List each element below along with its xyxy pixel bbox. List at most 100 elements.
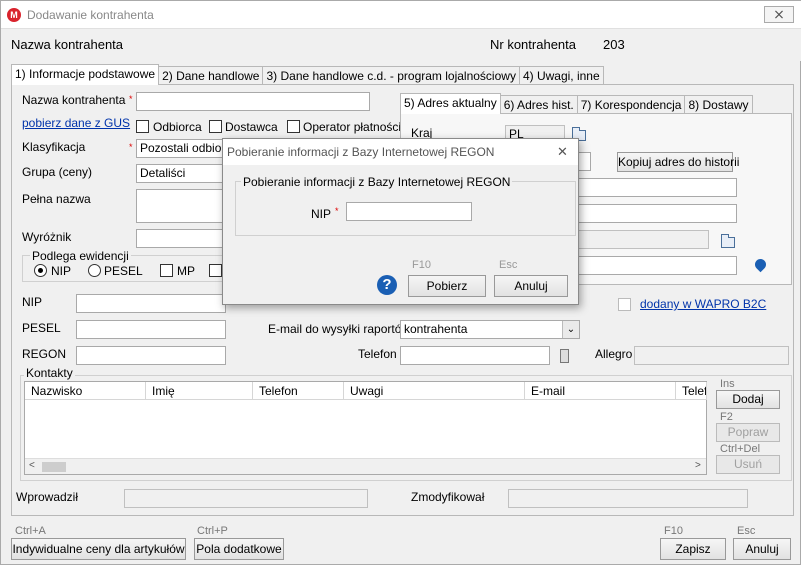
header-name-label: Nazwa kontrahenta <box>11 37 124 52</box>
regon-dialog: Pobieranie informacji z Bazy Internetowe… <box>222 138 579 305</box>
anuluj-button[interactable]: Anuluj <box>733 538 791 560</box>
dialog-group-label: Pobieranie informacji z Bazy Internetowe… <box>241 175 513 189</box>
mp-label: MP <box>177 264 195 278</box>
tab-informacje[interactable]: 1) Informacje podstawowe <box>11 64 160 85</box>
mp-checkbox[interactable] <box>160 264 173 277</box>
close-window-button[interactable]: ⨯ <box>764 6 794 23</box>
help-icon[interactable]: ? <box>377 275 397 295</box>
gus-link[interactable]: pobierz dane z GUS <box>22 116 130 130</box>
pesel-input[interactable] <box>76 320 226 339</box>
pobierz-button[interactable]: Pobierz <box>408 275 486 297</box>
ceny-button[interactable]: Indywidualne ceny dla artykułów <box>11 538 186 560</box>
kontakty-label: Kontakty <box>24 366 75 380</box>
telefon-label: Telefon <box>358 347 397 361</box>
radio-pesel[interactable] <box>88 264 101 277</box>
regon-label: REGON <box>22 347 67 361</box>
tab-adres-hist[interactable]: 6) Adres hist. <box>499 95 578 114</box>
telefon-input[interactable] <box>400 346 550 365</box>
dostawca-checkbox[interactable] <box>209 120 222 133</box>
wyroznik-label: Wyróżnik <box>22 230 72 244</box>
phone-icon[interactable] <box>560 349 569 363</box>
pelna-nazwa-label: Pełna nazwa <box>22 192 91 206</box>
odbiorca-checkbox[interactable] <box>136 120 149 133</box>
tab-uwagi[interactable]: 4) Uwagi, inne <box>518 66 604 85</box>
header-nr-value: 203 <box>603 37 625 52</box>
popraw-button[interactable]: Popraw <box>716 423 780 442</box>
title-bar: M Dodawanie kontrahenta ⨯ <box>1 1 801 29</box>
hint-ins: Ins <box>720 378 735 390</box>
zmodyfikowal-label: Zmodyfikował <box>411 490 485 504</box>
column-header[interactable]: Telef <box>676 382 707 400</box>
scrollbar-thumb[interactable] <box>42 462 66 472</box>
column-header[interactable]: Nazwisko <box>25 382 146 400</box>
tab-dostawy[interactable]: 8) Dostawy <box>684 95 753 114</box>
extra-checkbox[interactable] <box>209 264 222 277</box>
hint-ctrlp: Ctrl+P <box>197 525 228 537</box>
scroll-right-icon[interactable]: > <box>695 460 701 471</box>
column-header[interactable]: E-mail <box>525 382 676 400</box>
zmodyfikowal-input <box>508 489 748 508</box>
nazwa-input[interactable] <box>136 92 370 111</box>
ewidencja-label: Podlega ewidencji <box>30 249 131 263</box>
usun-button[interactable]: Usuń <box>716 455 780 474</box>
required-marker: * <box>129 94 133 104</box>
wapro-checkbox[interactable] <box>618 298 631 311</box>
allegro-input <box>634 346 789 365</box>
dialog-nip-input[interactable] <box>346 202 472 221</box>
dodaj-button[interactable]: Dodaj <box>716 390 780 409</box>
dialog-hint-f10: F10 <box>412 259 431 271</box>
nip-input[interactable] <box>76 294 226 313</box>
allegro-label: Allegro <box>595 347 633 361</box>
zapisz-button[interactable]: Zapisz <box>660 538 726 560</box>
column-header[interactable]: Imię <box>146 382 253 400</box>
horizontal-scrollbar[interactable]: < > <box>25 458 706 474</box>
tab-dane-handlowe[interactable]: 2) Dane handlowe <box>158 66 264 85</box>
dialog-anuluj-button[interactable]: Anuluj <box>494 275 568 297</box>
header-nr-label: Nr kontrahenta <box>490 37 576 52</box>
nazwa-label: Nazwa kontrahenta <box>22 93 126 107</box>
column-header[interactable]: Telefon <box>253 382 344 400</box>
map-pin-icon[interactable] <box>752 256 769 273</box>
required-marker: * <box>129 142 133 152</box>
chevron-down-icon[interactable]: ⌄ <box>562 321 579 338</box>
scroll-left-icon[interactable]: < <box>29 460 35 471</box>
dialog-hint-esc: Esc <box>499 259 518 271</box>
dialog-nip-label: NIP <box>311 207 332 221</box>
tab-korespondencja[interactable]: 7) Korespondencja <box>576 95 686 114</box>
pola-button[interactable]: Pola dodatkowe <box>194 538 284 560</box>
folder-icon[interactable] <box>721 234 735 248</box>
regon-input[interactable] <box>76 346 226 365</box>
hint-f10: F10 <box>664 525 683 537</box>
kopiuj-adres-button[interactable]: Kopiuj adres do historii <box>617 152 739 172</box>
hint-esc: Esc <box>737 525 756 537</box>
hint-ctrldel: Ctrl+Del <box>720 443 761 455</box>
operator-checkbox[interactable] <box>287 120 300 133</box>
odbiorca-label: Odbiorca <box>153 120 202 134</box>
window-title: Dodawanie kontrahenta <box>27 8 154 22</box>
kontakty-grid[interactable]: Nazwisko Imię Telefon Uwagi E-mail Telef… <box>24 381 707 475</box>
grupa-label: Grupa (ceny) <box>22 165 93 179</box>
nip-label: NIP <box>22 295 43 309</box>
wprowadzil-input <box>124 489 368 508</box>
tab-dane-handlowe-cd[interactable]: 3) Dane handlowe c.d. - program lojalnoś… <box>262 66 520 85</box>
email-raport-select[interactable]: kontrahenta <box>400 320 580 339</box>
dialog-close-icon[interactable]: ✕ <box>557 144 568 160</box>
dialog-title-bar: Pobieranie informacji z Bazy Internetowe… <box>223 139 578 165</box>
pesel-label: PESEL <box>22 321 61 335</box>
main-window: M Dodawanie kontrahenta ⨯ Nazwa kontrahe… <box>0 0 801 565</box>
operator-label: Operator płatności <box>303 120 402 134</box>
hint-ctrla: Ctrl+A <box>15 525 46 537</box>
required-marker: * <box>335 206 339 216</box>
radio-pesel-label: PESEL <box>104 264 143 278</box>
wprowadzil-label: Wprowadził <box>16 490 79 504</box>
column-header[interactable]: Uwagi <box>344 382 525 400</box>
hint-f2: F2 <box>720 411 733 423</box>
tab-adres-aktualny[interactable]: 5) Adres aktualny <box>400 93 501 114</box>
wapro-link[interactable]: dodany w WAPRO B2C <box>640 297 766 311</box>
header: Nazwa kontrahenta Nr kontrahenta 203 <box>1 29 801 61</box>
dialog-title: Pobieranie informacji z Bazy Internetowe… <box>227 145 495 159</box>
app-logo-icon: M <box>7 8 21 22</box>
radio-nip[interactable] <box>34 264 47 277</box>
dostawca-label: Dostawca <box>225 120 278 134</box>
radio-nip-label: NIP <box>51 264 72 278</box>
